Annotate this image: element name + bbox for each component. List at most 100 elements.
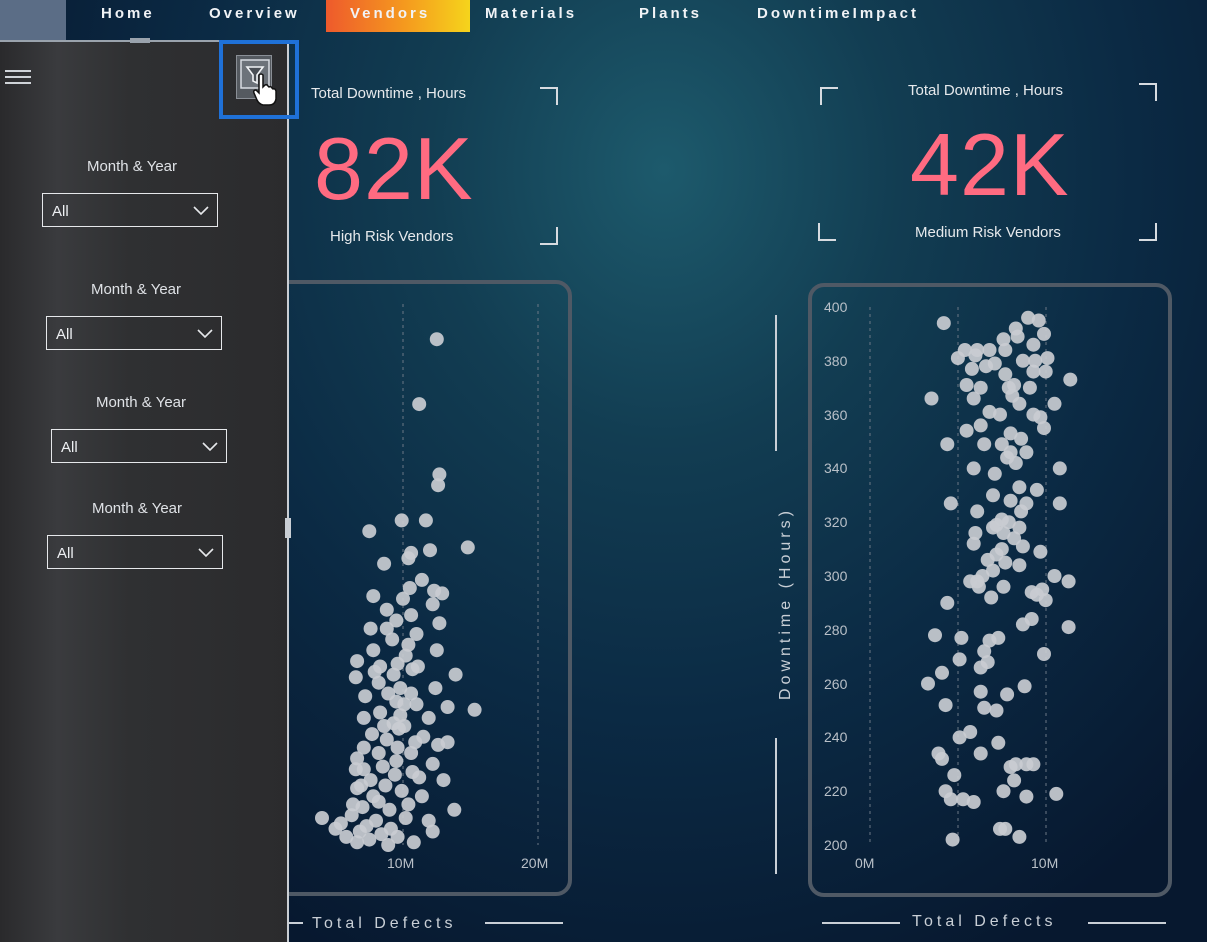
- scatter-point[interactable]: [363, 621, 378, 636]
- scatter-point[interactable]: [1012, 829, 1027, 844]
- scatter-point[interactable]: [984, 590, 999, 605]
- scatter-point[interactable]: [1019, 445, 1034, 460]
- scatter-point[interactable]: [389, 754, 404, 769]
- scatter-point[interactable]: [954, 630, 969, 645]
- scatter-point[interactable]: [366, 643, 381, 658]
- scatter-point[interactable]: [1000, 687, 1015, 702]
- scatter-point[interactable]: [940, 437, 955, 452]
- scatter-point[interactable]: [385, 632, 400, 647]
- scatter-point[interactable]: [366, 589, 381, 604]
- scatter-point[interactable]: [409, 697, 424, 712]
- scatter-point[interactable]: [365, 727, 379, 742]
- tab-home[interactable]: Home: [101, 0, 155, 32]
- hamburger-menu-icon[interactable]: [5, 70, 31, 84]
- scatter-point[interactable]: [924, 391, 939, 406]
- scatter-point[interactable]: [414, 789, 429, 804]
- scatter-point[interactable]: [935, 665, 949, 680]
- scatter-point[interactable]: [371, 675, 386, 690]
- scatter-point[interactable]: [346, 797, 360, 812]
- scatter-point[interactable]: [950, 351, 965, 366]
- scatter-point[interactable]: [406, 835, 421, 850]
- scatter-point[interactable]: [966, 461, 981, 476]
- scatter-point[interactable]: [404, 608, 419, 623]
- scatter-point[interactable]: [1049, 786, 1064, 801]
- month-year-dropdown[interactable]: All: [51, 429, 227, 463]
- scatter-point[interactable]: [382, 802, 397, 817]
- scatter-point[interactable]: [952, 652, 967, 667]
- scatter-point[interactable]: [390, 740, 405, 755]
- scatter-point[interactable]: [387, 767, 402, 782]
- scatter-point[interactable]: [987, 466, 1002, 481]
- scatter-point[interactable]: [973, 660, 988, 675]
- scatter-point[interactable]: [350, 654, 365, 669]
- scatter-point[interactable]: [936, 316, 951, 331]
- scatter-point[interactable]: [431, 737, 446, 752]
- scatter-point[interactable]: [998, 821, 1013, 836]
- scatter-point[interactable]: [375, 759, 390, 774]
- scatter-point[interactable]: [467, 702, 482, 717]
- scatter-point[interactable]: [1012, 480, 1027, 495]
- scatter-point[interactable]: [1026, 337, 1041, 352]
- scatter-point[interactable]: [1038, 364, 1053, 379]
- tab-overview[interactable]: Overview: [209, 0, 300, 32]
- scatter-point[interactable]: [386, 667, 401, 682]
- scatter-point[interactable]: [1012, 558, 1027, 573]
- scatter-point[interactable]: [377, 556, 392, 571]
- scatter-point[interactable]: [1008, 456, 1023, 470]
- scatter-point[interactable]: [1022, 380, 1037, 395]
- scatter-point[interactable]: [989, 703, 1004, 718]
- tab-plants[interactable]: Plants: [639, 0, 702, 32]
- scatter-point[interactable]: [348, 670, 363, 685]
- scatter-point[interactable]: [977, 437, 992, 452]
- scatter-point[interactable]: [447, 802, 462, 817]
- scatter-point[interactable]: [412, 397, 427, 412]
- scatter-point[interactable]: [977, 700, 992, 715]
- scatter-point[interactable]: [979, 359, 993, 374]
- scatter-point[interactable]: [1003, 493, 1018, 508]
- scatter-point[interactable]: [1061, 574, 1076, 589]
- scatter-point[interactable]: [945, 832, 960, 847]
- tab-vendors[interactable]: Vendors: [326, 0, 470, 32]
- scatter-point[interactable]: [1015, 617, 1030, 632]
- scatter-point[interactable]: [968, 348, 983, 363]
- scatter-point[interactable]: [1033, 544, 1048, 559]
- scatter-point[interactable]: [966, 795, 981, 809]
- scatter-point[interactable]: [401, 551, 416, 566]
- scatter-point[interactable]: [440, 700, 455, 714]
- scatter-point[interactable]: [381, 838, 396, 852]
- scatter-point[interactable]: [391, 721, 406, 736]
- scatter-point[interactable]: [1019, 789, 1034, 804]
- scatter-point[interactable]: [996, 579, 1011, 594]
- scatter-point[interactable]: [959, 378, 974, 392]
- scatter-point[interactable]: [1040, 351, 1055, 366]
- scatter-point[interactable]: [428, 681, 443, 696]
- scatter-point[interactable]: [398, 811, 413, 825]
- scatter-point[interactable]: [396, 591, 410, 606]
- month-year-dropdown[interactable]: All: [46, 316, 222, 350]
- scatter-point[interactable]: [943, 792, 958, 807]
- scatter-point[interactable]: [973, 418, 988, 433]
- scatter-point[interactable]: [1003, 760, 1018, 774]
- scatter-point[interactable]: [982, 343, 997, 357]
- scatter-point[interactable]: [966, 391, 981, 406]
- scatter-point[interactable]: [1014, 431, 1029, 446]
- scatter-point[interactable]: [412, 770, 427, 785]
- scatter-point[interactable]: [996, 784, 1011, 799]
- scatter-point[interactable]: [1052, 461, 1067, 476]
- scatter-point[interactable]: [1029, 482, 1044, 497]
- scatter-point[interactable]: [362, 832, 377, 847]
- scatter-point[interactable]: [394, 513, 409, 528]
- scatter-point[interactable]: [414, 572, 429, 587]
- tab-downtime-impact[interactable]: DowntimeImpact: [757, 0, 919, 32]
- scatter-point[interactable]: [404, 746, 419, 760]
- month-year-dropdown[interactable]: All: [47, 535, 223, 569]
- scatter-point[interactable]: [940, 595, 955, 610]
- scatter-point[interactable]: [1047, 396, 1062, 411]
- scatter-point[interactable]: [425, 756, 440, 771]
- tab-materials[interactable]: Materials: [485, 0, 577, 32]
- scatter-point[interactable]: [1063, 372, 1078, 387]
- scatter-point[interactable]: [358, 689, 373, 704]
- scatter-point[interactable]: [964, 361, 979, 376]
- scatter-point[interactable]: [1047, 569, 1062, 583]
- scatter-point[interactable]: [928, 628, 942, 643]
